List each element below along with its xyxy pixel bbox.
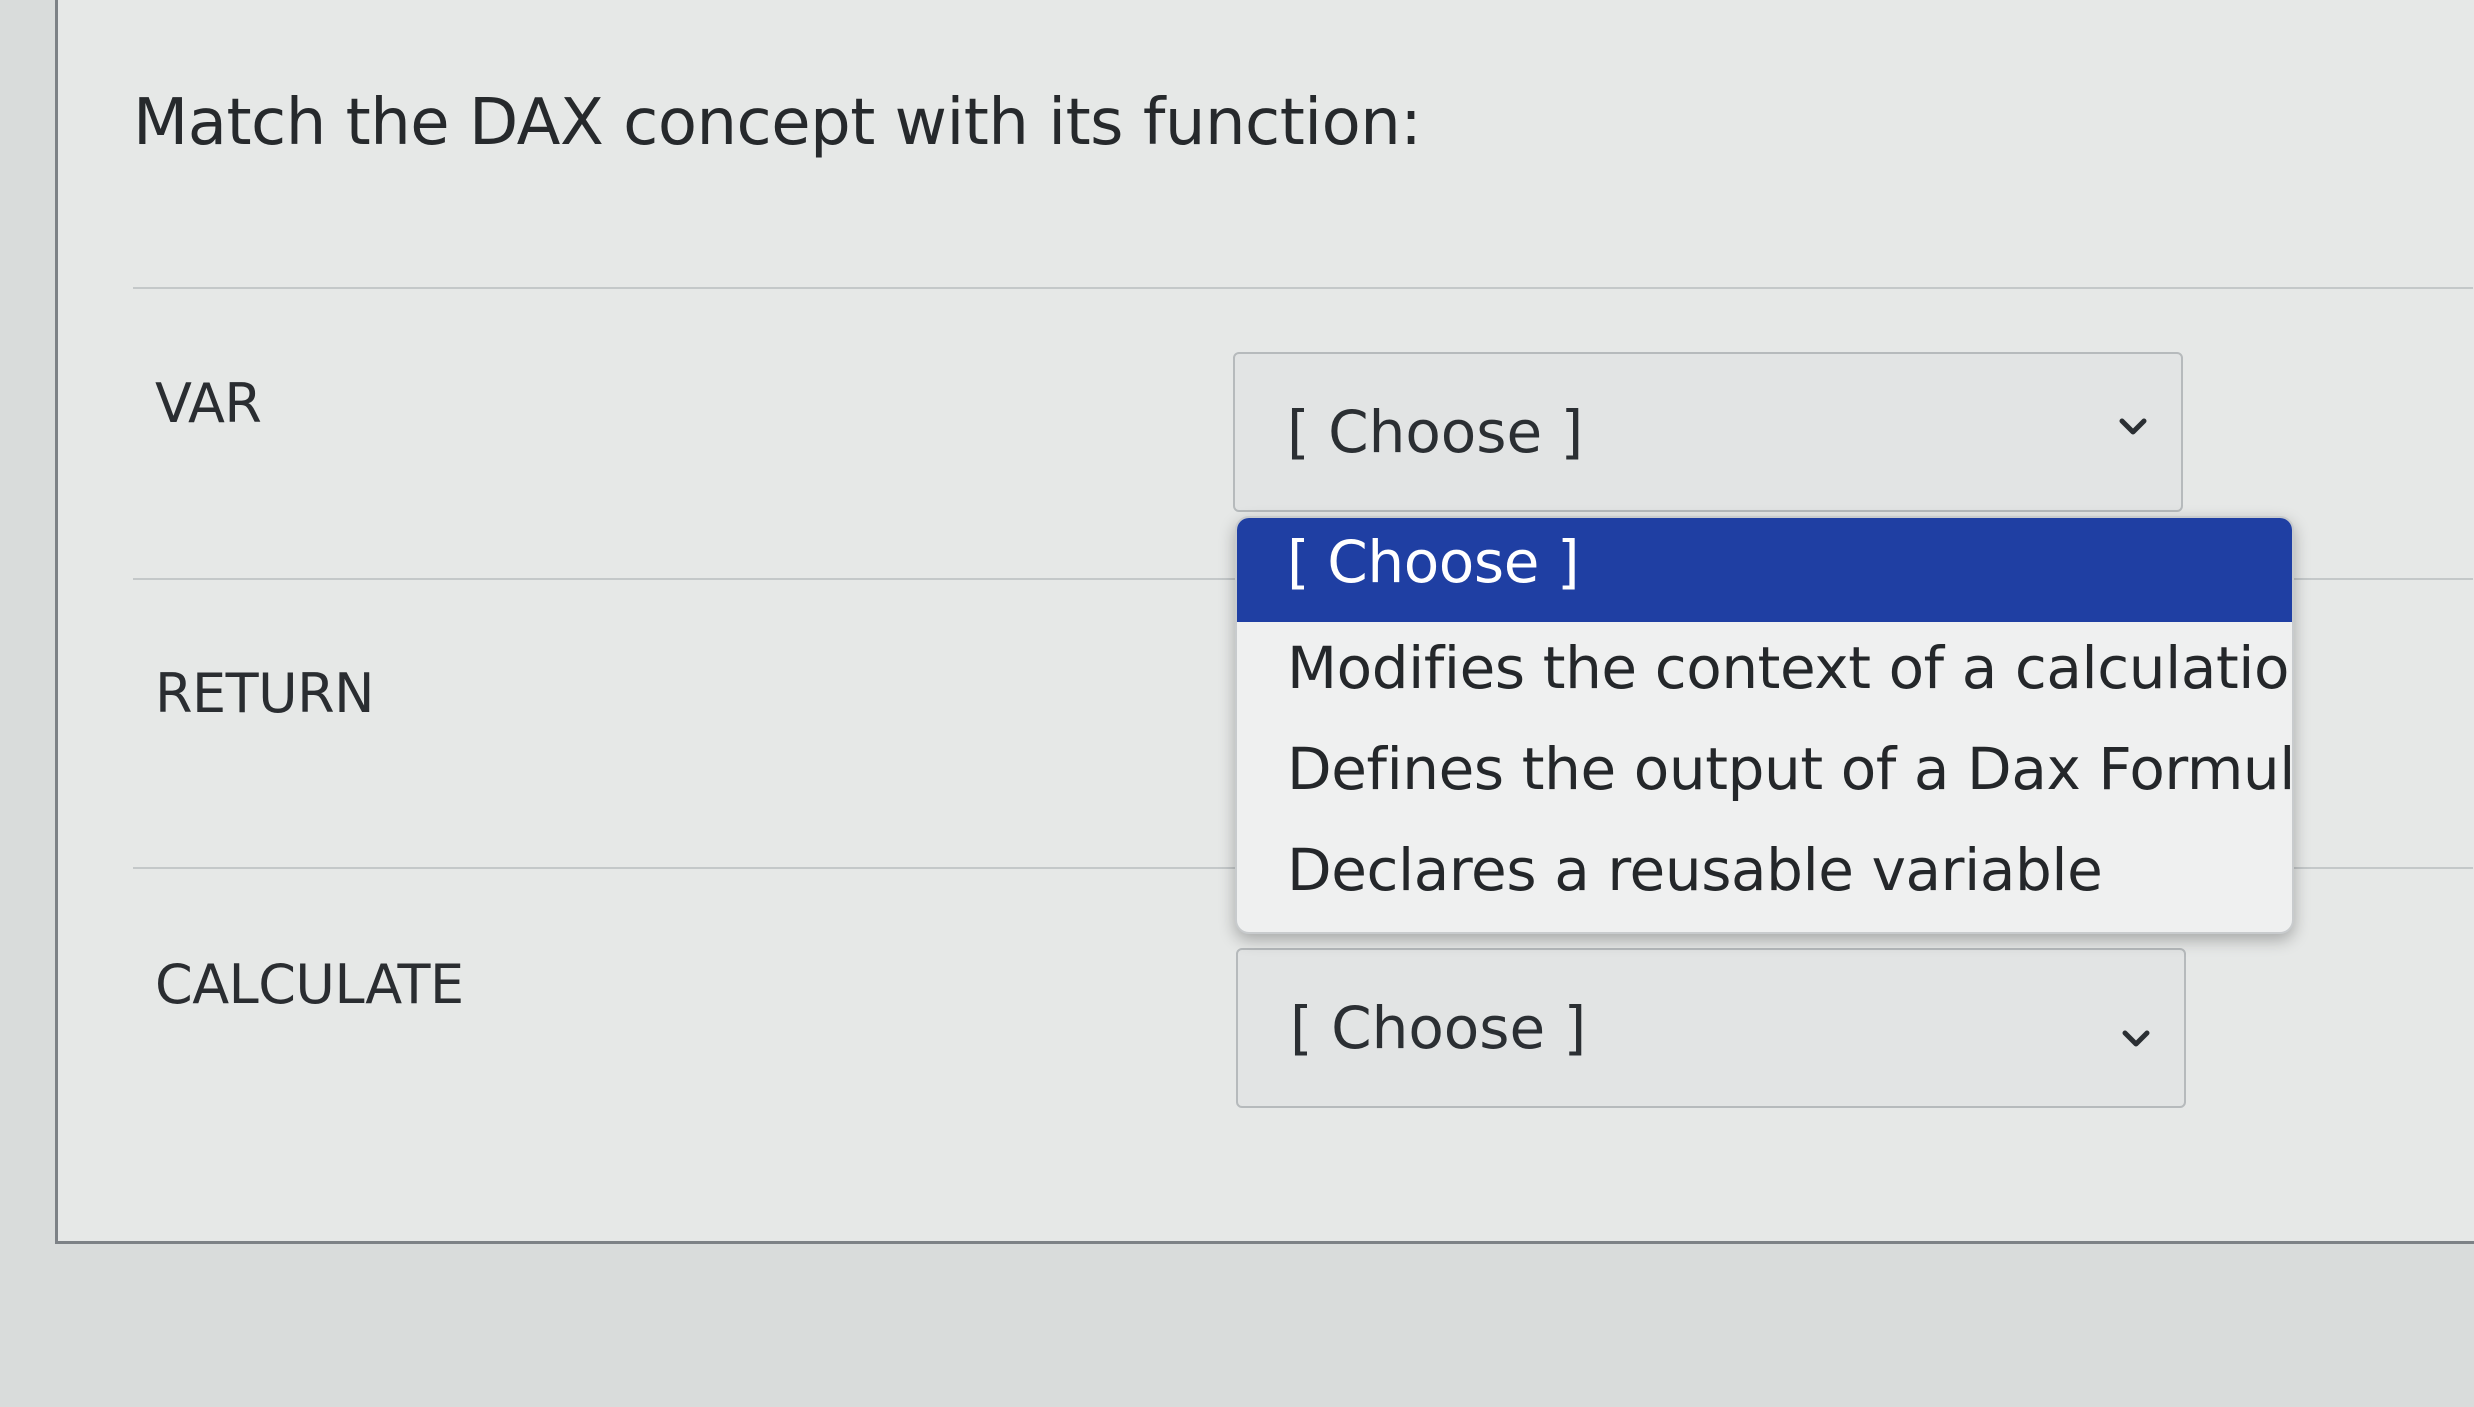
concept-label-var: VAR <box>155 372 262 435</box>
question-title: Match the DAX concept with its function: <box>133 86 1422 160</box>
dropdown-option-declares-variable[interactable]: Declares a reusable variable <box>1237 824 2292 925</box>
answer-select-calculate[interactable]: [ Choose ] <box>1236 948 2186 1108</box>
dropdown-option-choose[interactable]: [ Choose ] <box>1237 518 2292 622</box>
select-value: [ Choose ] <box>1287 398 1584 466</box>
select-value: [ Choose ] <box>1290 994 1587 1062</box>
dropdown-menu: [ Choose ] Modifies the context of a cal… <box>1235 516 2294 934</box>
dropdown-option-defines-output[interactable]: Defines the output of a Dax Formula <box>1237 723 2292 824</box>
concept-label-return: RETURN <box>155 662 375 725</box>
concept-label-calculate: CALCULATE <box>155 953 464 1016</box>
chevron-down-icon <box>2122 1030 2150 1047</box>
dropdown-option-modifies-context[interactable]: Modifies the context of a calculation <box>1237 622 2292 723</box>
answer-select-var[interactable]: [ Choose ] <box>1233 352 2183 512</box>
divider <box>133 287 2473 289</box>
chevron-down-icon <box>2119 418 2147 435</box>
